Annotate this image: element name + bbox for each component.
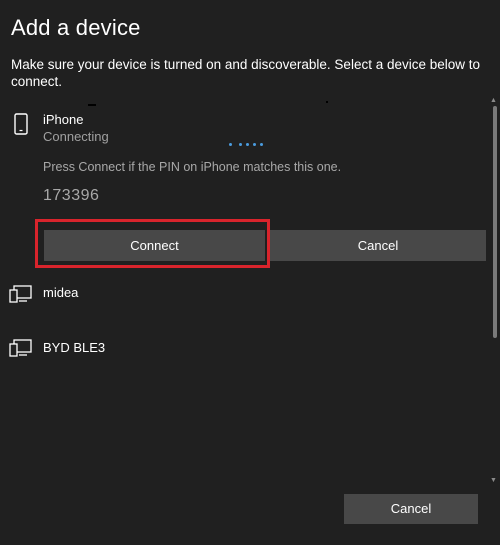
device-item-byd-ble3[interactable]: BYD BLE3 <box>0 336 486 376</box>
dialog-title: Add a device <box>11 15 141 40</box>
scroll-down-icon[interactable]: ▼ <box>487 476 500 486</box>
display-device-icon <box>9 339 32 357</box>
device-name: iPhone <box>43 112 84 127</box>
display-device-icon <box>9 285 32 303</box>
device-name: BYD BLE3 <box>43 340 106 355</box>
scroll-up-icon[interactable]: ▲ <box>487 96 500 106</box>
add-device-dialog: Add a device Make sure your device is tu… <box>0 0 500 545</box>
device-item-midea[interactable]: midea <box>0 282 486 322</box>
device-item-iphone[interactable]: iPhone Connecting Press Connect if the P… <box>0 108 486 268</box>
cancel-button[interactable]: Cancel <box>344 494 478 524</box>
pin-code: 173396 <box>43 187 100 204</box>
dialog-subtitle: Make sure your device is turned on and d… <box>11 57 481 89</box>
device-status: Connecting <box>43 129 109 144</box>
progress-dot <box>229 143 232 146</box>
device-name: midea <box>43 285 79 300</box>
scrollbar[interactable]: ▲ ▼ <box>487 96 500 486</box>
phone-icon <box>14 113 28 135</box>
scroll-thumb[interactable] <box>493 106 497 338</box>
connect-button[interactable]: Connect <box>44 230 265 261</box>
progress-indicator <box>229 142 273 148</box>
pin-prompt: Press Connect if the PIN on iPhone match… <box>43 160 342 174</box>
cancel-pairing-button[interactable]: Cancel <box>270 230 486 261</box>
progress-dot <box>239 143 242 146</box>
progress-dot <box>260 143 263 146</box>
progress-dot <box>246 143 249 146</box>
scroll-track[interactable] <box>490 106 497 476</box>
device-list: iPhone Connecting Press Connect if the P… <box>0 96 486 486</box>
progress-dot <box>253 143 256 146</box>
